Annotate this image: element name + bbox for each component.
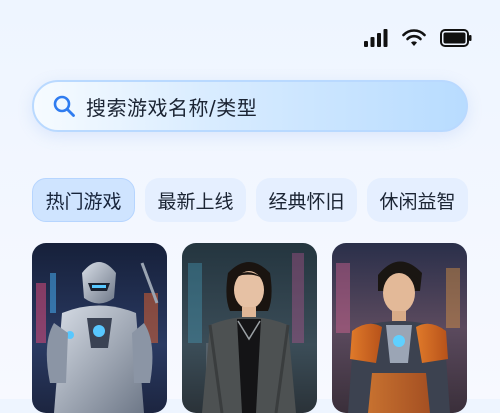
status-icons — [364, 25, 472, 51]
game-card-list — [32, 243, 468, 413]
tab-label: 热门游戏 — [45, 190, 122, 213]
tab-classic[interactable]: 经典怀旧 — [256, 178, 357, 222]
armored-robot-warrior-image — [32, 243, 167, 413]
tab-new-releases[interactable]: 最新上线 — [145, 178, 246, 222]
female-cyberpunk-character-image — [182, 243, 317, 413]
category-tabs: 热门游戏 最新上线 经典怀旧 休闲益智 — [32, 178, 468, 222]
status-bar — [0, 0, 500, 70]
game-card[interactable] — [32, 243, 167, 413]
tab-casual-puzzle[interactable]: 休闲益智 — [367, 178, 468, 222]
search-bar[interactable]: 搜索游戏名称/类型 — [32, 80, 468, 132]
male-mech-armor-hero-image — [332, 243, 467, 413]
game-card[interactable] — [182, 243, 317, 413]
search-input[interactable]: 搜索游戏名称/类型 — [86, 92, 257, 121]
tab-label: 最新上线 — [157, 190, 234, 213]
battery-icon — [440, 29, 472, 47]
signal-icon — [364, 29, 388, 47]
wifi-icon — [402, 29, 426, 47]
tab-label: 休闲益智 — [379, 190, 456, 213]
tab-label: 经典怀旧 — [268, 190, 345, 213]
search-icon — [52, 94, 76, 118]
tab-hot-games[interactable]: 热门游戏 — [32, 178, 135, 222]
game-card[interactable] — [332, 243, 467, 413]
